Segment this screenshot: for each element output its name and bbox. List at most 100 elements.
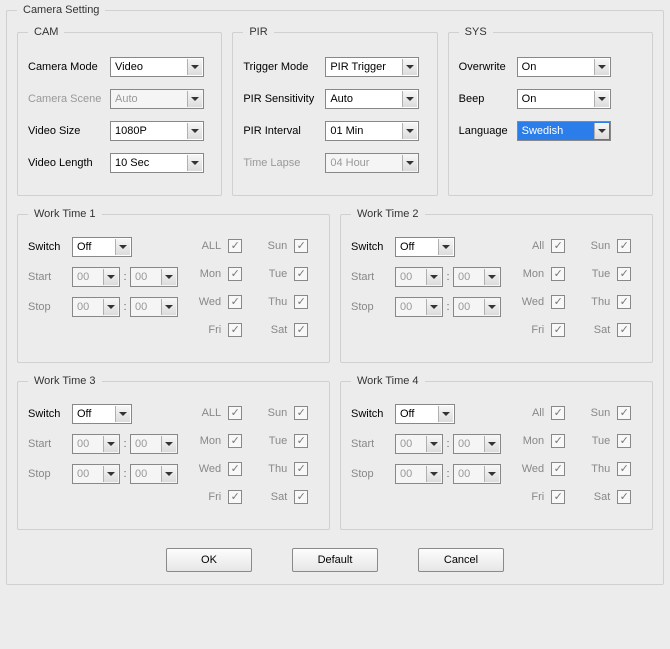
day-checkbox-sun[interactable] xyxy=(294,406,308,420)
day-checkbox-thu[interactable] xyxy=(617,295,631,309)
video-size-select[interactable]: 1080P xyxy=(110,121,204,141)
camera-scene-label: Camera Scene xyxy=(28,93,110,105)
day-checkbox-tue[interactable] xyxy=(294,267,308,281)
ok-button[interactable]: OK xyxy=(166,548,252,572)
day-checkbox-thu[interactable] xyxy=(294,462,308,476)
beep-select[interactable]: On xyxy=(517,89,611,109)
start-label: Start xyxy=(28,438,72,450)
day-label-fri: Fri xyxy=(188,324,221,336)
day-checkbox-wed[interactable] xyxy=(228,295,242,309)
worktime-2-legend: Work Time 2 xyxy=(351,208,425,220)
day-checkbox-sun[interactable] xyxy=(294,239,308,253)
camera-mode-label: Camera Mode xyxy=(28,61,110,73)
day-checkbox-wed[interactable] xyxy=(551,295,565,309)
day-checkbox-all[interactable] xyxy=(228,406,242,420)
default-button[interactable]: Default xyxy=(292,548,378,572)
day-label-all: ALL xyxy=(188,240,221,252)
cam-legend: CAM xyxy=(28,26,64,38)
day-checkbox-tue[interactable] xyxy=(617,434,631,448)
video-length-select[interactable]: 10 Sec xyxy=(110,153,204,173)
chevron-down-icon xyxy=(103,299,118,315)
day-checkbox-fri[interactable] xyxy=(551,490,565,504)
camera-mode-select[interactable]: Video xyxy=(110,57,204,77)
day-label-mon: Mon xyxy=(188,435,221,447)
start-min-select: 00 xyxy=(453,434,501,454)
day-checkbox-sat[interactable] xyxy=(294,323,308,337)
switch-select[interactable]: Off xyxy=(72,404,132,424)
day-checkbox-mon[interactable] xyxy=(228,267,242,281)
stop-label: Stop xyxy=(351,301,395,313)
day-label-mon: Mon xyxy=(511,268,544,280)
language-select[interactable]: Swedish xyxy=(517,121,611,141)
day-checkbox-mon[interactable] xyxy=(228,434,242,448)
stop-hour-select: 00 xyxy=(395,464,443,484)
day-checkbox-wed[interactable] xyxy=(228,462,242,476)
start-min-select: 00 xyxy=(130,267,178,287)
chevron-down-icon xyxy=(484,269,499,285)
pir-sensitivity-row: PIR Sensitivity Auto xyxy=(243,88,426,110)
day-checkbox-mon[interactable] xyxy=(551,434,565,448)
day-checkbox-sat[interactable] xyxy=(617,490,631,504)
day-label-all: All xyxy=(511,407,544,419)
chevron-down-icon xyxy=(103,436,118,452)
overwrite-select[interactable]: On xyxy=(517,57,611,77)
day-checkbox-mon[interactable] xyxy=(551,267,565,281)
day-label-fri: Fri xyxy=(188,491,221,503)
stop-min-select: 00 xyxy=(130,464,178,484)
day-checkbox-sun[interactable] xyxy=(617,406,631,420)
day-checkbox-sun[interactable] xyxy=(617,239,631,253)
pir-interval-label: PIR Interval xyxy=(243,125,325,137)
day-checkbox-all[interactable] xyxy=(551,406,565,420)
day-checkbox-sat[interactable] xyxy=(294,490,308,504)
chevron-down-icon xyxy=(402,91,417,107)
chevron-down-icon xyxy=(402,155,417,171)
day-checkbox-tue[interactable] xyxy=(294,434,308,448)
day-checkbox-fri[interactable] xyxy=(228,323,242,337)
day-checkbox-thu[interactable] xyxy=(617,462,631,476)
start-hour-select: 00 xyxy=(72,267,120,287)
day-label-wed: Wed xyxy=(188,296,221,308)
day-checkbox-all[interactable] xyxy=(551,239,565,253)
cancel-button[interactable]: Cancel xyxy=(418,548,504,572)
stop-label: Stop xyxy=(28,468,72,480)
chevron-down-icon xyxy=(594,91,609,107)
day-checkbox-thu[interactable] xyxy=(294,295,308,309)
day-checkbox-all[interactable] xyxy=(228,239,242,253)
beep-label: Beep xyxy=(459,93,517,105)
sys-group: SYS Overwrite On Beep On Language Swedis… xyxy=(448,26,653,196)
chevron-down-icon xyxy=(484,436,499,452)
language-label: Language xyxy=(459,125,517,137)
chevron-down-icon xyxy=(426,436,441,452)
day-checkbox-fri[interactable] xyxy=(551,323,565,337)
chevron-down-icon xyxy=(187,59,202,75)
day-checkbox-fri[interactable] xyxy=(228,490,242,504)
chevron-down-icon xyxy=(103,466,118,482)
day-label-wed: Wed xyxy=(511,463,544,475)
chevron-down-icon xyxy=(484,466,499,482)
day-label-tue: Tue xyxy=(257,435,287,447)
chevron-down-icon xyxy=(103,269,118,285)
switch-label: Switch xyxy=(28,408,72,420)
day-checkbox-wed[interactable] xyxy=(551,462,565,476)
camera-setting-panel: Camera Setting CAM Camera Mode Video Cam… xyxy=(6,4,664,585)
start-label: Start xyxy=(351,271,395,283)
day-label-sat: Sat xyxy=(257,491,287,503)
day-label-sat: Sat xyxy=(580,324,610,336)
day-checkbox-tue[interactable] xyxy=(617,267,631,281)
cam-group: CAM Camera Mode Video Camera Scene Auto … xyxy=(17,26,222,196)
switch-select[interactable]: Off xyxy=(395,404,455,424)
switch-select[interactable]: Off xyxy=(72,237,132,257)
trigger-mode-select[interactable]: PIR Trigger xyxy=(325,57,419,77)
stop-min-select: 00 xyxy=(130,297,178,317)
day-label-sun: Sun xyxy=(580,407,610,419)
chevron-down-icon xyxy=(187,123,202,139)
video-size-row: Video Size 1080P xyxy=(28,120,211,142)
switch-select[interactable]: Off xyxy=(395,237,455,257)
day-checkbox-sat[interactable] xyxy=(617,323,631,337)
pir-interval-select[interactable]: 01 Min xyxy=(325,121,419,141)
chevron-down-icon xyxy=(402,59,417,75)
worktime-3-legend: Work Time 3 xyxy=(28,375,102,387)
worktime-1-legend: Work Time 1 xyxy=(28,208,102,220)
pir-sensitivity-select[interactable]: Auto xyxy=(325,89,419,109)
chevron-down-icon xyxy=(594,123,609,139)
